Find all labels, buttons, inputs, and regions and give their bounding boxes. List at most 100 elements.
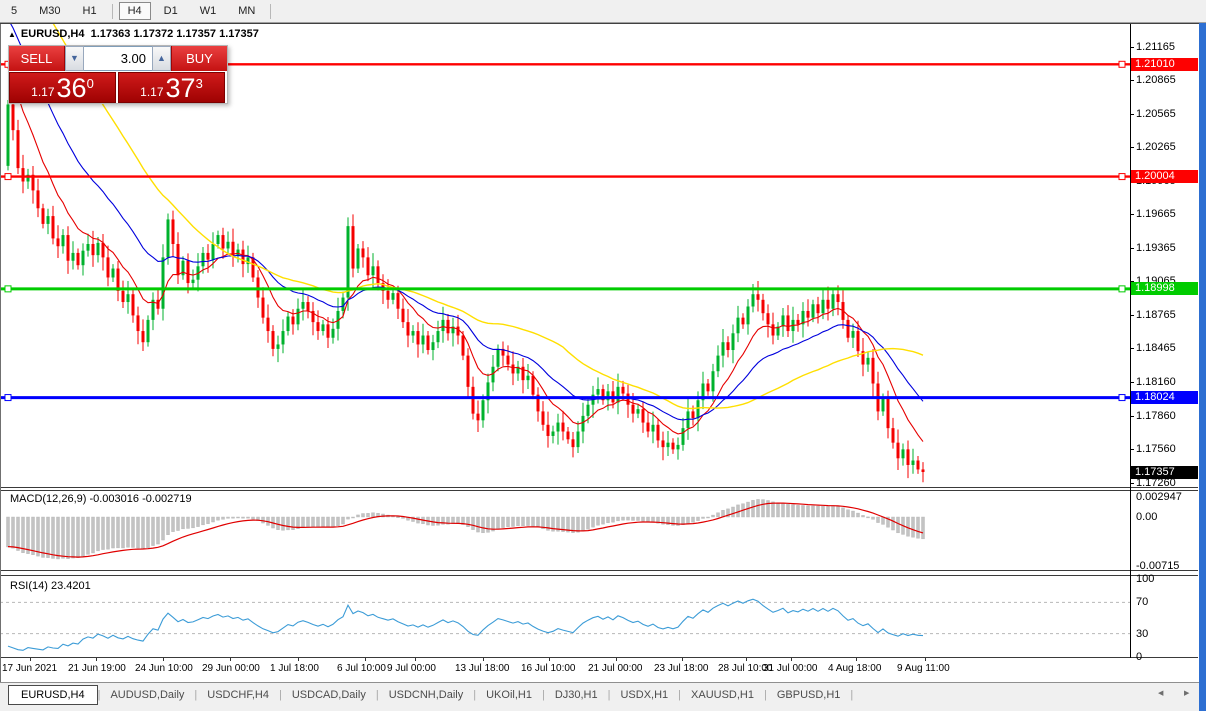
price-axis-label: 1.20265 — [1136, 141, 1176, 154]
time-axis-tickmark — [549, 658, 550, 661]
price-axis-label: 1.20865 — [1136, 74, 1176, 87]
chart-tab-usdcnh[interactable]: USDCNH,Daily — [379, 686, 474, 704]
time-axis-tickmark — [365, 658, 366, 661]
price-axis-tickmark — [1130, 382, 1134, 384]
line-drag-handle[interactable] — [1118, 394, 1126, 402]
volume-input[interactable]: 3.00 — [84, 46, 152, 71]
time-axis-label: 6 Jul 10:00 — [337, 663, 386, 674]
buy-price-sup: 3 — [195, 76, 203, 91]
chart-tab-bar: EURUSD,H4 | AUDUSD,Daily | USDCHF,H4 | USDCAD,… — [0, 682, 1199, 707]
line-drag-handle[interactable] — [4, 394, 12, 402]
time-axis-label: 9 Jul 00:00 — [387, 663, 436, 674]
chart-title: ▲ EURUSD,H4 1.17363 1.17372 1.17357 1.173… — [8, 28, 259, 40]
time-axis-tickmark — [230, 658, 231, 661]
price-axis-tickmark — [1130, 415, 1134, 417]
rsi-panel[interactable] — [0, 598, 1130, 651]
buy-button[interactable]: BUY — [171, 46, 227, 71]
price-axis-label: 1.20565 — [1136, 107, 1176, 120]
chart-tab-audusd[interactable]: AUDUSD,Daily — [100, 686, 194, 704]
tab-scroll-left-icon[interactable]: ◀ — [1158, 689, 1163, 697]
macd-axis-label: 0.002947 — [1136, 491, 1182, 503]
sell-price-big: 36 — [56, 73, 87, 103]
time-axis-label: 9 Aug 11:00 — [897, 663, 950, 674]
price-axis-label: 1.18765 — [1136, 308, 1176, 321]
price-axis-label: 1.18160 — [1136, 376, 1176, 389]
separator-macd-rsi[interactable] — [0, 570, 1198, 571]
sell-price-display[interactable]: 1.17 36 0 — [9, 72, 116, 103]
price-axis-tickmark — [1130, 47, 1134, 48]
chart-collapse-icon[interactable]: ▲ — [8, 30, 16, 39]
rsi-axis-label: 100 — [1136, 573, 1155, 585]
macd-axis-label: -0.00715 — [1136, 559, 1180, 572]
price-axis-tickmark — [1130, 482, 1134, 484]
chart-symbol-label: EURUSD,H4 — [20, 28, 85, 40]
chevron-up-icon: ▲ — [157, 53, 166, 63]
sell-button[interactable]: SELL — [9, 46, 65, 71]
buy-price-big: 37 — [165, 73, 196, 103]
volume-increase-button[interactable]: ▲ — [152, 46, 171, 71]
chart-tab-eurusd[interactable]: EURUSD,H4 — [8, 685, 98, 705]
price-axis-label: 1.18465 — [1136, 342, 1176, 355]
line-drag-handle[interactable] — [1118, 173, 1126, 181]
line-drag-handle[interactable] — [1118, 60, 1126, 68]
tab-scroll-right-icon[interactable]: ▶ — [1184, 689, 1189, 697]
chart-tab-dj30[interactable]: DJ30,H1 — [545, 686, 608, 704]
price-axis-label: 1.17560 — [1136, 443, 1176, 456]
price-axis-label: 1.21165 — [1136, 41, 1175, 53]
rsi-axis-label: 70 — [1136, 596, 1149, 609]
time-axis-tickmark — [415, 658, 416, 661]
price-axis-tickmark — [1130, 348, 1134, 350]
time-axis-tickmark — [483, 658, 484, 661]
chart-tab-usdchf[interactable]: USDCHF,H4 — [197, 686, 279, 704]
price-axis-label: 1.17260 — [1136, 476, 1176, 489]
line-drag-handle[interactable] — [4, 285, 12, 293]
chart-tab-usdcad[interactable]: USDCAD,Daily — [282, 686, 376, 704]
one-click-trading-panel: SELL ▼ 3.00 ▲ BUY 1.17 36 0 1.17 37 3 — [8, 45, 228, 104]
sell-price-sup: 0 — [86, 76, 94, 91]
chart-tab-ukoil[interactable]: UKOil,H1 — [476, 686, 542, 704]
macd-axis-label: 0.00 — [1136, 511, 1158, 523]
trade-panel-controls: SELL ▼ 3.00 ▲ BUY — [9, 46, 227, 71]
time-axis-label: 24 Jun 10:00 — [135, 663, 193, 674]
chart-tab-gbpusd[interactable]: GBPUSD,H1 — [767, 686, 851, 704]
time-axis-tickmark — [746, 658, 747, 661]
time-axis-tickmark — [30, 658, 31, 661]
tab-separator: | — [850, 689, 854, 701]
chart-tab-xauusd[interactable]: XAUUSD,H1 — [681, 686, 764, 704]
buy-price-display[interactable]: 1.17 37 3 — [118, 72, 225, 103]
sell-price-prefix: 1.17 — [31, 85, 55, 99]
time-axis-tickmark — [856, 658, 857, 661]
price-axis-tickmark — [1130, 147, 1134, 149]
time-axis-tickmark — [682, 658, 683, 661]
current-price-badge: 1.17357 — [1131, 465, 1198, 479]
time-axis-label: 21 Jun 19:00 — [68, 663, 126, 674]
price-line-badge: 1.18998 — [1131, 282, 1198, 296]
chart-tab-usdx[interactable]: USDX,H1 — [610, 686, 678, 704]
line-drag-handle[interactable] — [4, 173, 12, 181]
time-axis-tickmark — [616, 658, 617, 661]
time-axis-tickmark — [791, 658, 792, 661]
rsi-label: RSI(14) 23.4201 — [10, 580, 91, 592]
price-axis-label: 1.17860 — [1136, 409, 1176, 422]
price-axis-tickmark — [1130, 80, 1134, 82]
price-axis-tickmark — [1130, 214, 1134, 216]
time-axis-label: 4 Aug 18:00 — [828, 663, 882, 674]
time-axis-label: 29 Jun 00:00 — [202, 663, 260, 674]
chart-ohlc-values: 1.17363 1.17372 1.17357 1.17357 — [90, 28, 259, 40]
chart-plot-area[interactable] — [0, 0, 1206, 711]
price-axis-tickmark — [1130, 449, 1134, 451]
time-axis-label: 21 Jul 00:00 — [588, 663, 643, 674]
price-axis-tickmark — [1130, 113, 1134, 115]
buy-price-prefix: 1.17 — [140, 85, 164, 99]
time-axis-label: 16 Jul 10:00 — [521, 663, 576, 674]
separator-main-macd[interactable] — [0, 487, 1198, 488]
time-axis-label: 13 Jul 18:00 — [455, 663, 510, 674]
trade-panel-prices: 1.17 36 0 1.17 37 3 — [9, 72, 227, 103]
mt4-chart-window: 5 M30 H1 H4 D1 W1 MN ▲ EURUSD,H4 1.17363 1.1737… — [0, 0, 1206, 711]
macd-panel[interactable] — [6, 499, 925, 560]
price-axis-tickmark — [1130, 247, 1134, 249]
volume-decrease-button[interactable]: ▼ — [65, 46, 84, 71]
line-drag-handle[interactable] — [1118, 285, 1126, 293]
time-axis-tickmark — [96, 658, 97, 661]
chevron-down-icon: ▼ — [70, 53, 79, 63]
